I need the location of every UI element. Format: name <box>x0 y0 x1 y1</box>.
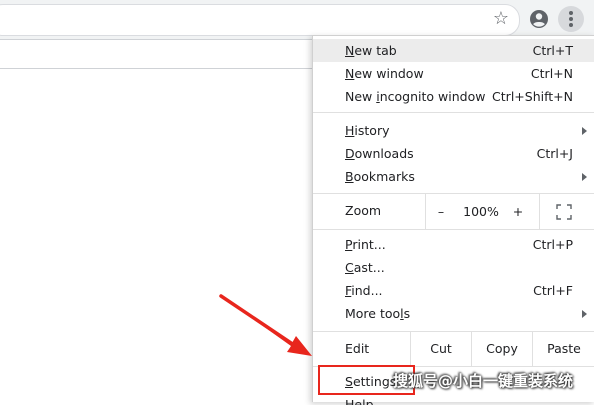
submenu-arrow-icon <box>582 310 587 318</box>
watermark-text: 搜狐号@小白一键重装系统 <box>393 372 574 390</box>
menu-item-label: Downloads <box>345 146 414 161</box>
edit-label: Edit <box>345 341 370 356</box>
zoom-out-button[interactable]: – <box>426 194 456 229</box>
menu-item-print[interactable]: Print... Ctrl+P <box>313 233 594 256</box>
menu-item-label: Cast... <box>345 260 385 275</box>
menu-item-shortcut: Ctrl+N <box>530 66 573 81</box>
more-vert-icon[interactable] <box>558 6 584 32</box>
menu-item-label: New tab <box>345 43 397 58</box>
menu-item-label: History <box>345 123 390 138</box>
account-icon[interactable] <box>529 9 549 29</box>
menu-item-new-incognito[interactable]: New incognito window Ctrl+Shift+N <box>313 85 594 108</box>
menu-item-label: New window <box>345 66 424 81</box>
menu-item-shortcut: Ctrl+T <box>532 43 573 58</box>
zoom-in-button[interactable]: + <box>506 194 530 229</box>
cut-button[interactable]: Cut <box>411 332 471 366</box>
submenu-arrow-icon <box>582 173 587 181</box>
menu-item-downloads[interactable]: Downloads Ctrl+J <box>313 142 594 165</box>
menu-item-shortcut: Ctrl+Shift+N <box>492 89 573 104</box>
menu-item-history[interactable]: History <box>313 119 594 142</box>
zoom-divider <box>539 194 540 229</box>
paste-button[interactable]: Paste <box>533 332 594 366</box>
menu-item-label: Print... <box>345 237 386 252</box>
menu-item-new-window[interactable]: New window Ctrl+N <box>313 62 594 85</box>
fullscreen-icon[interactable] <box>556 204 572 220</box>
menu-item-more-tools[interactable]: More tools <box>313 302 594 325</box>
menu-item-find[interactable]: Find... Ctrl+F <box>313 279 594 302</box>
zoom-label: Zoom <box>345 203 382 218</box>
page-divider <box>0 68 312 69</box>
menu-item-label: New incognito window <box>345 89 486 104</box>
zoom-row: Zoom – 100% + <box>313 194 594 229</box>
zoom-level: 100% <box>463 204 499 219</box>
menu-item-cast[interactable]: Cast... <box>313 256 594 279</box>
menu-item-shortcut: Ctrl+P <box>532 237 573 252</box>
star-icon[interactable]: ☆ <box>491 9 511 29</box>
browser-toolbar: ☆ <box>0 0 594 40</box>
menu-item-label: Bookmarks <box>345 169 415 184</box>
menu-item-bookmarks[interactable]: Bookmarks <box>313 165 594 188</box>
menu-separator <box>313 229 594 230</box>
menu-separator <box>313 112 594 113</box>
edit-row: Edit Cut Copy Paste <box>313 332 594 366</box>
menu-item-shortcut: Ctrl+J <box>536 146 573 161</box>
address-bar[interactable] <box>0 4 520 36</box>
browser-menu: New tab Ctrl+T New window Ctrl+N New inc… <box>312 35 594 405</box>
submenu-arrow-icon <box>582 127 587 135</box>
menu-item-label: Find... <box>345 283 383 298</box>
copy-button[interactable]: Copy <box>472 332 532 366</box>
menu-item-shortcut: Ctrl+F <box>533 283 573 298</box>
menu-item-label: More tools <box>345 306 411 321</box>
menu-item-new-tab[interactable]: New tab Ctrl+T <box>313 39 594 62</box>
